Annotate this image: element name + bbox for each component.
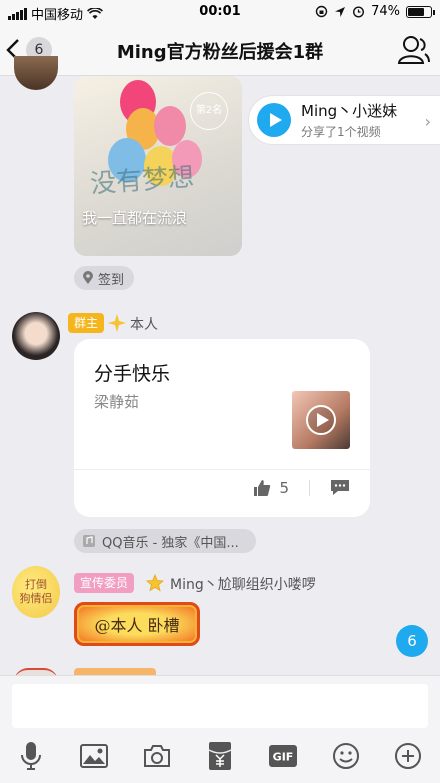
rank-badge: 第2名 [190, 92, 228, 130]
emoji-button[interactable] [330, 740, 362, 772]
music-source-tag[interactable]: QQ音乐 - 独家《中国... [74, 529, 256, 553]
song-cover[interactable] [292, 391, 350, 449]
battery-icon [406, 5, 435, 18]
battery-percent: 74% [371, 4, 400, 19]
share-subtitle: 分享了1个视频 [301, 125, 381, 139]
play-icon [306, 405, 336, 435]
avatar[interactable] [14, 56, 58, 90]
star-icon [146, 574, 164, 592]
avatar-text-line1: 打倒 [25, 578, 47, 591]
nav-bar: 6 Ming官方粉丝后援会1群 [0, 24, 440, 76]
diamond-icon [108, 314, 126, 332]
profile-icon [397, 36, 430, 64]
avatar[interactable] [12, 312, 60, 360]
avatar-text-line2: 狗情侣 [19, 592, 53, 605]
sender-name: Ming丶尬聊组织小喽啰 [170, 577, 316, 593]
share-user-name: Ming丶小迷妹 [301, 102, 398, 120]
mention-text: @本人 卧槽 [94, 616, 180, 635]
gif-button[interactable]: GIF [267, 740, 299, 772]
location-pin-icon [83, 271, 93, 284]
publicity-badge: 宣传委员 [74, 573, 135, 593]
red-packet-icon [208, 742, 232, 770]
input-area: GIF [0, 675, 440, 783]
checkin-image-card[interactable]: 第2名 没有梦想 我一直都在流浪 [74, 76, 242, 256]
red-packet-button[interactable] [204, 740, 236, 772]
page-title: Ming官方粉丝后援会1群 [116, 42, 324, 63]
plus-icon [395, 743, 422, 769]
checkin-caption: 我一直都在流浪 [82, 209, 188, 227]
location-arrow-icon [335, 6, 346, 17]
music-note-icon [83, 535, 95, 547]
like-count: 5 [279, 479, 289, 497]
alarm-icon [353, 6, 365, 18]
song-title: 分手快乐 [94, 363, 171, 385]
sender-name: 本人 [130, 317, 158, 333]
emoji-icon [332, 743, 359, 769]
photo-button[interactable] [78, 740, 110, 772]
new-messages-indicator[interactable]: 6 [396, 625, 428, 657]
like-button[interactable]: 5 [253, 479, 289, 497]
input-toolbar: GIF [0, 736, 440, 776]
comment-icon[interactable] [330, 479, 350, 497]
status-bar: 中国移动 00:01 74% [0, 0, 440, 24]
image-icon [80, 744, 109, 768]
music-share-card[interactable]: 分手快乐 梁静茹 5 [74, 339, 370, 517]
svg-text:GIF: GIF [272, 751, 293, 764]
video-share-notice[interactable]: Ming丶小迷妹 分享了1个视频 › [248, 95, 440, 145]
camera-icon [144, 745, 171, 767]
chevron-right-icon: › [424, 112, 431, 131]
orientation-lock-icon [315, 5, 328, 18]
checkin-tag[interactable]: 签到 [74, 266, 135, 290]
gif-icon: GIF [268, 745, 297, 767]
avatar[interactable]: 打倒 狗情侣 [12, 566, 60, 618]
mention-message-bubble[interactable]: @本人 卧槽 [74, 602, 200, 646]
owner-badge: 群主 [68, 313, 105, 333]
message-input[interactable] [12, 684, 428, 728]
camera-button[interactable] [141, 740, 173, 772]
group-members-button[interactable] [396, 34, 430, 66]
like-icon [254, 480, 271, 496]
script-text: 没有梦想 [89, 162, 196, 200]
checkin-tag-label: 签到 [98, 272, 125, 288]
balloon [154, 106, 186, 146]
play-icon [257, 103, 291, 137]
more-button[interactable] [392, 740, 424, 772]
song-artist: 梁静茹 [94, 393, 140, 411]
voice-button[interactable] [15, 740, 47, 772]
music-source-label: QQ音乐 - 独家《中国... [102, 535, 239, 551]
microphone-icon [21, 742, 42, 770]
